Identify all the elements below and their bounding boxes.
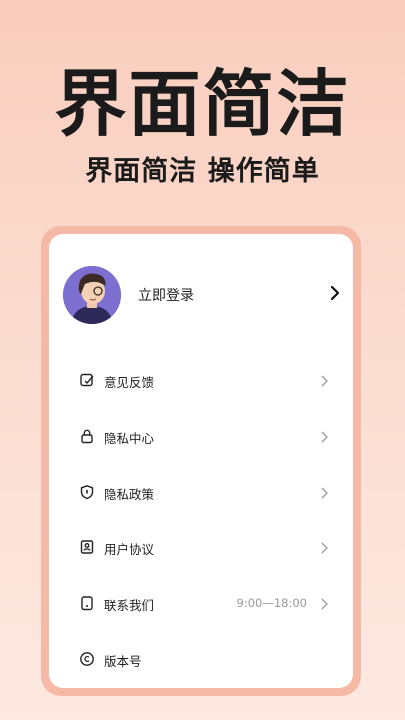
chevron-right-icon (321, 542, 328, 554)
chevron-right-icon (321, 375, 328, 387)
hero-title: 界面简洁 (54, 62, 351, 146)
menu-item-label: 隐私政策 (104, 487, 155, 502)
chevron-right-icon (321, 431, 328, 443)
menu-item-label: 版本号 (104, 654, 142, 669)
menu-item-feedback[interactable]: 意见反馈 (79, 366, 329, 396)
service-hours: 9:00—18:00 (236, 596, 307, 610)
hero-subtitle: 界面简洁 操作简单 (85, 156, 320, 187)
lock-icon (81, 429, 93, 444)
menu-item-label: 用户协议 (104, 542, 155, 557)
menu-item-user-agreement[interactable]: 用户协议 (79, 533, 329, 563)
menu-item-version[interactable]: 版本号 (79, 645, 329, 675)
feedback-icon (80, 373, 94, 387)
avatar[interactable] (63, 266, 121, 324)
copyright-icon (80, 652, 94, 666)
chevron-right-icon (321, 487, 328, 499)
settings-card: 立即登录 意见反馈 隐私中心 隐私政策 用户协议 联系我们 9:00—18:00… (49, 234, 353, 688)
chevron-right-icon[interactable] (327, 284, 343, 302)
person-avatar-icon (63, 266, 121, 324)
phone-icon (81, 596, 93, 611)
shield-icon (80, 485, 94, 500)
menu-item-privacy-policy[interactable]: 隐私政策 (79, 478, 329, 508)
chevron-right-icon (321, 598, 328, 610)
menu-item-label: 意见反馈 (104, 375, 155, 390)
menu-item-contact-us[interactable]: 联系我们 9:00—18:00 (79, 589, 329, 619)
menu-item-privacy-center[interactable]: 隐私中心 (79, 422, 329, 452)
login-row[interactable]: 立即登录 (63, 266, 343, 328)
login-label[interactable]: 立即登录 (138, 285, 194, 305)
user-agreement-icon (80, 540, 94, 554)
menu-item-label: 联系我们 (104, 598, 155, 613)
menu-item-label: 隐私中心 (104, 431, 155, 446)
